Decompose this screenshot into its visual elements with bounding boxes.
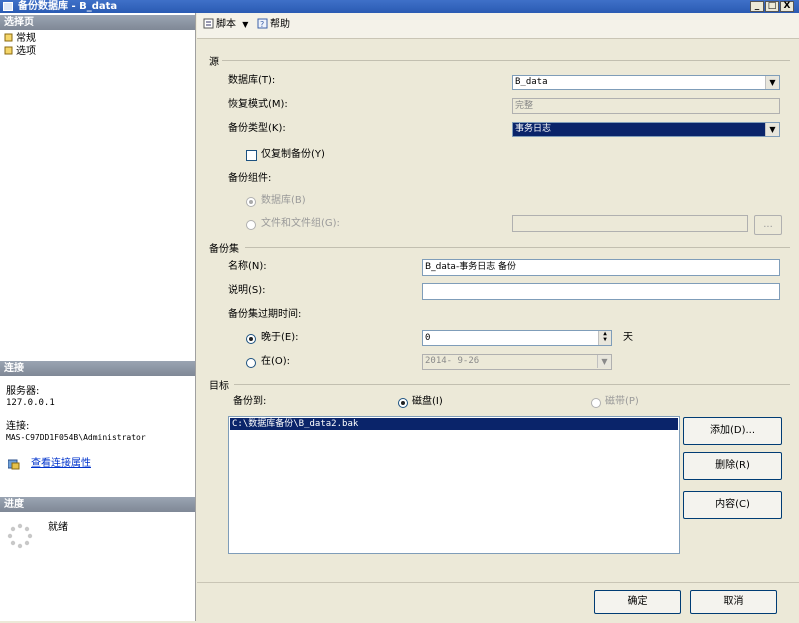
copy-only-label: 仅复制备份(Y)	[261, 149, 325, 160]
recovery-model-label: 恢复模式(M):	[228, 99, 288, 110]
source-group-title: 源	[209, 57, 219, 68]
add-destination-button[interactable]: 添加(D)...	[683, 417, 782, 445]
database-label: 数据库(T):	[228, 75, 276, 86]
contents-button[interactable]: 内容(C)	[683, 491, 782, 519]
backup-set-group-title: 备份集	[209, 244, 239, 255]
app-icon	[3, 2, 13, 11]
spin-arrows-icon[interactable]: ▲ ▼	[598, 331, 611, 345]
script-button[interactable]: 脚本 ▼	[203, 18, 248, 32]
chevron-down-icon[interactable]: ▼	[597, 355, 611, 368]
title-bar: 备份数据库 - B_data _ □ X	[0, 0, 799, 13]
remove-destination-button[interactable]: 删除(R)	[683, 452, 782, 480]
help-icon: ?	[257, 18, 268, 29]
database-value: B_data	[515, 77, 548, 87]
svg-text:?: ?	[260, 20, 264, 29]
window-title: 备份数据库 - B_data	[18, 1, 118, 12]
connection-value: MAS-C97DD1F054B\Administrator	[6, 433, 146, 442]
component-database-label: 数据库(B)	[261, 195, 306, 206]
tape-radio[interactable]	[591, 398, 601, 408]
connection-header: 连接	[0, 361, 195, 376]
backup-set-divider	[245, 247, 790, 248]
component-database-radio[interactable]	[246, 197, 256, 207]
page-icon	[4, 33, 13, 42]
destination-file-item[interactable]: C:\数据库备份\B_data2.bak	[230, 418, 678, 430]
name-label: 名称(N):	[228, 261, 267, 272]
backup-component-label: 备份组件:	[228, 173, 272, 184]
view-connection-properties-link[interactable]: 查看连接属性	[31, 457, 91, 471]
select-page-header: 选择页	[0, 15, 195, 30]
disk-label: 磁盘(I)	[412, 396, 443, 407]
page-icon	[4, 46, 13, 55]
expire-after-radio[interactable]	[246, 334, 256, 344]
destination-group-title: 目标	[209, 381, 229, 392]
expire-date-picker[interactable]: 2014- 9-26 ▼	[422, 354, 612, 370]
copy-only-checkbox[interactable]	[246, 150, 257, 161]
server-value: 127.0.0.1	[6, 398, 55, 408]
expire-after-label: 晚于(E):	[261, 332, 299, 343]
tape-label: 磁带(P)	[605, 396, 639, 407]
minimize-button[interactable]: _	[750, 1, 764, 12]
description-label: 说明(S):	[228, 285, 266, 296]
left-panel: 选择页 常规 选项 连接 服务器: 127.0.0.1 连接: MAS-C97D…	[0, 13, 196, 621]
close-button[interactable]: X	[780, 1, 794, 12]
backup-type-select[interactable]: 事务日志 ▼	[512, 122, 780, 137]
component-files-label: 文件和文件组(G):	[261, 218, 340, 229]
backup-type-label: 备份类型(K):	[228, 123, 286, 134]
toolbar: 脚本 ▼ ? 帮助	[197, 13, 799, 39]
progress-header: 进度	[0, 497, 195, 512]
name-input[interactable]: B_data-事务日志 备份	[422, 259, 780, 276]
source-divider	[222, 60, 790, 61]
backup-to-label: 备份到:	[233, 396, 267, 407]
script-icon	[203, 18, 214, 29]
page-options-label: 选项	[16, 46, 36, 57]
description-input[interactable]	[422, 283, 780, 300]
recovery-model-field: 完整	[512, 98, 780, 114]
cancel-button[interactable]: 取消	[690, 590, 777, 614]
script-label: 脚本	[216, 19, 236, 30]
progress-spinner-icon	[7, 523, 33, 549]
files-browse-button[interactable]: ...	[754, 215, 782, 235]
ok-button[interactable]: 确定	[594, 590, 681, 614]
expire-label: 备份集过期时间:	[228, 309, 302, 320]
days-unit-label: 天	[623, 332, 633, 343]
chevron-down-icon[interactable]: ▼	[765, 76, 779, 89]
expire-days-input[interactable]: 0 ▲ ▼	[422, 330, 612, 346]
expire-date-value: 2014- 9-26	[425, 356, 480, 366]
backup-type-value: 事务日志	[515, 124, 552, 134]
page-options[interactable]: 选项	[4, 46, 36, 58]
expire-days-value: 0	[425, 333, 431, 343]
connection-properties-icon	[7, 458, 20, 470]
help-label: 帮助	[270, 19, 290, 30]
chevron-down-icon[interactable]: ▼	[242, 20, 248, 29]
destination-divider	[234, 384, 790, 385]
expire-on-radio[interactable]	[246, 358, 256, 368]
files-field	[512, 215, 748, 232]
maximize-button[interactable]: □	[765, 1, 779, 12]
destination-list[interactable]: C:\数据库备份\B_data2.bak	[228, 416, 680, 554]
help-button[interactable]: ? 帮助	[257, 18, 290, 32]
component-files-radio[interactable]	[246, 220, 256, 230]
progress-status: 就绪	[48, 522, 68, 533]
chevron-down-icon[interactable]: ▼	[765, 123, 779, 136]
database-select[interactable]: B_data ▼	[512, 75, 780, 90]
page-general-label: 常规	[16, 33, 36, 44]
expire-on-label: 在(O):	[261, 356, 291, 367]
disk-radio[interactable]	[398, 398, 408, 408]
page-general[interactable]: 常规	[4, 33, 36, 45]
